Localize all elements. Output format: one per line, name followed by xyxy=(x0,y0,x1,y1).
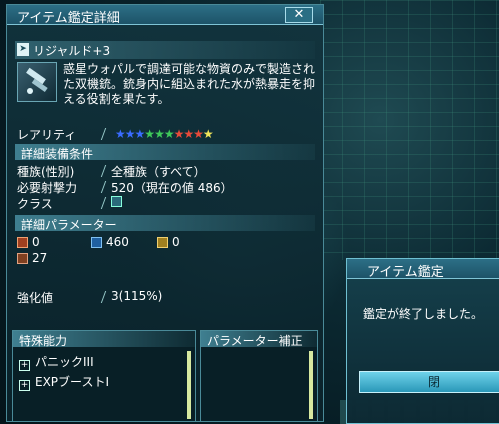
scrollbar-thumb[interactable] xyxy=(187,351,191,419)
item-name-row: ➤ リジャルド+3 xyxy=(15,41,315,59)
shoot-value: 520（現在の値 486） xyxy=(111,181,233,195)
expand-plus-icon: + xyxy=(19,360,30,371)
class-label: クラス xyxy=(17,197,53,211)
melee-icon xyxy=(17,237,28,248)
separator xyxy=(100,197,107,209)
tech-value: 0 xyxy=(172,235,180,249)
dex-value: 27 xyxy=(32,251,48,265)
ability-item[interactable]: + パニックIII xyxy=(19,353,94,371)
rarity-label: レアリティ xyxy=(17,128,77,142)
rarity-star-icon: ★ xyxy=(163,127,175,141)
special-abilities-panel: 特殊能力 + パニックIII + EXPブーストI xyxy=(12,330,196,422)
separator xyxy=(100,128,107,140)
race-label: 種族(性別) xyxy=(17,165,75,179)
panel-titlebar: アイテム鑑定詳細 ✕ xyxy=(7,5,323,26)
dialog-close-button[interactable]: 閉 xyxy=(359,371,499,393)
close-button[interactable]: ✕ xyxy=(285,7,313,23)
rarity-star-icon: ★ xyxy=(134,127,146,141)
param-bonus-scrollbar[interactable] xyxy=(309,351,313,419)
rarity-star-icon: ★ xyxy=(144,127,155,141)
separator xyxy=(100,181,107,193)
scrollbar-thumb[interactable] xyxy=(309,351,313,419)
grind-label: 強化値 xyxy=(17,291,54,305)
special-abilities-title: 特殊能力 xyxy=(19,334,68,348)
separator xyxy=(100,291,107,303)
separator xyxy=(100,165,107,177)
tech-icon xyxy=(157,237,168,248)
param-title: 詳細パラメーター xyxy=(21,218,117,232)
ranged-icon xyxy=(91,237,102,248)
class-ranger-icon xyxy=(111,196,122,207)
abilities-scrollbar[interactable] xyxy=(187,351,191,419)
equip-conditions-title: 詳細装備条件 xyxy=(21,147,94,161)
equip-conditions-header: 詳細装備条件 xyxy=(15,144,315,161)
ability-label: EXPブーストI xyxy=(35,375,109,389)
dialog-titlebar: アイテム鑑定 xyxy=(347,259,499,280)
background-grid xyxy=(320,0,499,260)
shoot-label: 必要射撃力 xyxy=(17,181,78,195)
ability-item[interactable]: + EXPブーストI xyxy=(19,373,109,391)
param-bonus-panel: パラメーター補正 xyxy=(200,330,318,422)
ability-label: パニックIII xyxy=(35,355,94,369)
item-thumbnail-icon xyxy=(17,62,57,102)
param-bonus-title: パラメーター補正 xyxy=(207,334,303,348)
grind-value: 3(115%) xyxy=(111,289,163,303)
rarity-star-icon: ★ xyxy=(115,127,126,141)
dialog-title: アイテム鑑定 xyxy=(367,265,444,280)
melee-value: 0 xyxy=(32,235,40,249)
weapon-type-icon: ➤ xyxy=(17,43,29,56)
rarity-star-icon: ★ xyxy=(173,127,185,141)
rarity-star-icon: ★ xyxy=(193,127,204,141)
item-description: 惑星ウォパルで調達可能な物資のみで製造された双機銃。銃身内に組込まれた水が熱暴走… xyxy=(63,62,316,106)
rarity-stars: ★★★★★★★★★★ xyxy=(115,127,214,141)
rarity-star-icon: ★ xyxy=(202,127,214,141)
expand-plus-icon: + xyxy=(19,380,30,391)
dialog-message: 鑑定が終了しました。 xyxy=(363,307,484,321)
param-bonus-header: パラメーター補正 xyxy=(201,331,317,348)
special-abilities-header: 特殊能力 xyxy=(13,331,195,348)
rarity-star-icon: ★ xyxy=(154,127,165,141)
dex-icon xyxy=(17,253,28,264)
race-value: 全種族（すべて） xyxy=(111,165,206,179)
param-header: 詳細パラメーター xyxy=(15,215,315,232)
panel-title: アイテム鑑定詳細 xyxy=(17,11,120,26)
rarity-star-icon: ★ xyxy=(124,127,136,141)
ranged-value: 460 xyxy=(106,235,129,249)
rarity-star-icon: ★ xyxy=(183,127,194,141)
appraisal-complete-dialog: アイテム鑑定 鑑定が終了しました。 閉 xyxy=(346,258,499,424)
item-name: リジャルド+3 xyxy=(33,44,111,58)
